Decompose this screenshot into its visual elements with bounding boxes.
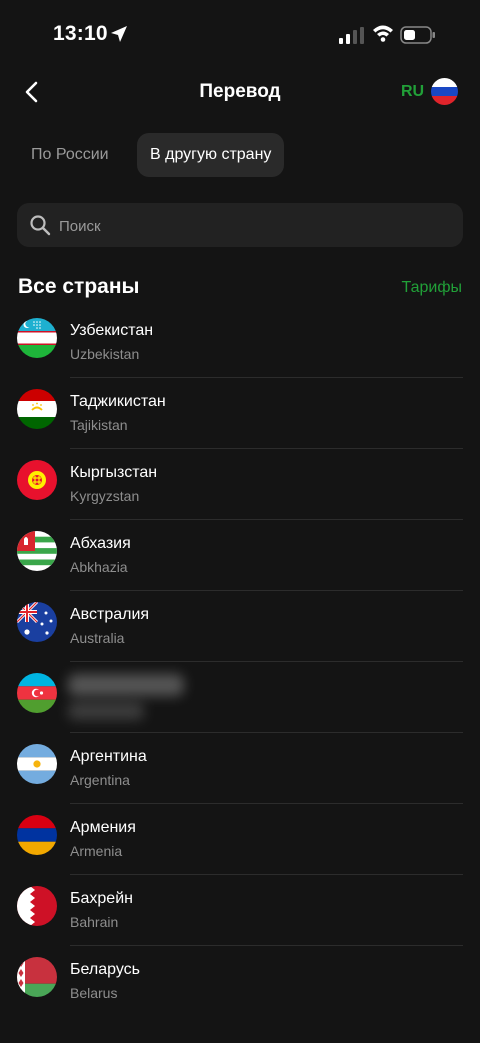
tab-other-country[interactable]: В другую страну xyxy=(137,133,285,177)
header: Перевод RU xyxy=(0,70,480,114)
country-name-latin: Bahrain xyxy=(70,914,119,930)
location-arrow-icon xyxy=(110,25,128,48)
country-row-armenia[interactable]: Армения Armenia xyxy=(0,804,480,875)
country-row-kyrgyzstan[interactable]: Кыргызстан Kyrgyzstan xyxy=(0,449,480,520)
azerbaijan-flag-icon xyxy=(17,673,57,713)
country-name-latin: Armenia xyxy=(70,843,123,859)
tariffs-link[interactable]: Тарифы xyxy=(402,279,462,297)
country-row-argentina[interactable]: Аргентина Argentina xyxy=(0,733,480,804)
country-name-latin: Tajikistan xyxy=(70,417,128,433)
tajikistan-flag-icon xyxy=(17,389,57,429)
country-name: Аргентина xyxy=(70,748,147,765)
search-input[interactable] xyxy=(57,203,451,249)
country-name-latin: Uzbekistan xyxy=(70,346,140,362)
search-icon xyxy=(29,214,51,241)
section-title: Все страны xyxy=(18,275,140,298)
uzbekistan-flag-icon xyxy=(17,318,57,358)
redacted-country-name xyxy=(68,674,184,696)
country-name-latin: Abkhazia xyxy=(70,559,128,575)
country-name-latin: Argentina xyxy=(70,772,130,788)
redacted-country-name-latin xyxy=(68,702,144,720)
country-list: Узбекистан Uzbekistan Таджикистан Tajiki… xyxy=(0,307,480,1017)
country-row-bahrain[interactable]: Бахрейн Bahrain xyxy=(0,875,480,946)
country-row-abkhazia[interactable]: Абхазия Abkhazia xyxy=(0,520,480,591)
argentina-flag-icon xyxy=(17,744,57,784)
country-name-latin: Belarus xyxy=(70,985,118,1001)
country-name-latin: Kyrgyzstan xyxy=(70,488,140,504)
wifi-icon xyxy=(372,24,394,47)
battery-icon xyxy=(400,26,436,49)
abkhazia-flag-icon xyxy=(17,531,57,571)
armenia-flag-icon xyxy=(17,815,57,855)
status-bar: 13:10 xyxy=(0,0,480,70)
search-bar xyxy=(17,203,463,249)
country-name: Абхазия xyxy=(70,535,131,552)
status-time: 13:10 xyxy=(53,22,108,45)
country-name: Бахрейн xyxy=(70,890,133,907)
country-name: Кыргызстан xyxy=(70,464,158,481)
country-row-tajikistan[interactable]: Таджикистан Tajikistan xyxy=(0,378,480,449)
country-name: Узбекистан xyxy=(70,322,154,339)
country-name: Австралия xyxy=(70,606,150,623)
country-row-redacted[interactable] xyxy=(0,662,480,733)
language-code[interactable]: RU xyxy=(401,83,424,101)
kyrgyzstan-flag-icon xyxy=(17,460,57,500)
country-name: Армения xyxy=(70,819,136,836)
country-name-latin: Australia xyxy=(70,630,125,646)
russia-flag-icon[interactable] xyxy=(431,78,458,105)
belarus-flag-icon xyxy=(17,957,57,997)
australia-flag-icon xyxy=(17,602,57,642)
tab-within-russia[interactable]: По России xyxy=(18,133,122,177)
country-row-belarus[interactable]: Беларусь Belarus xyxy=(0,946,480,1017)
country-row-uzbekistan[interactable]: Узбекистан Uzbekistan xyxy=(0,307,480,378)
country-row-australia[interactable]: Австралия Australia xyxy=(0,591,480,662)
country-name: Таджикистан xyxy=(70,393,166,410)
bahrain-flag-icon xyxy=(17,886,57,926)
country-name: Беларусь xyxy=(70,961,140,978)
cellular-signal-icon xyxy=(339,27,365,49)
